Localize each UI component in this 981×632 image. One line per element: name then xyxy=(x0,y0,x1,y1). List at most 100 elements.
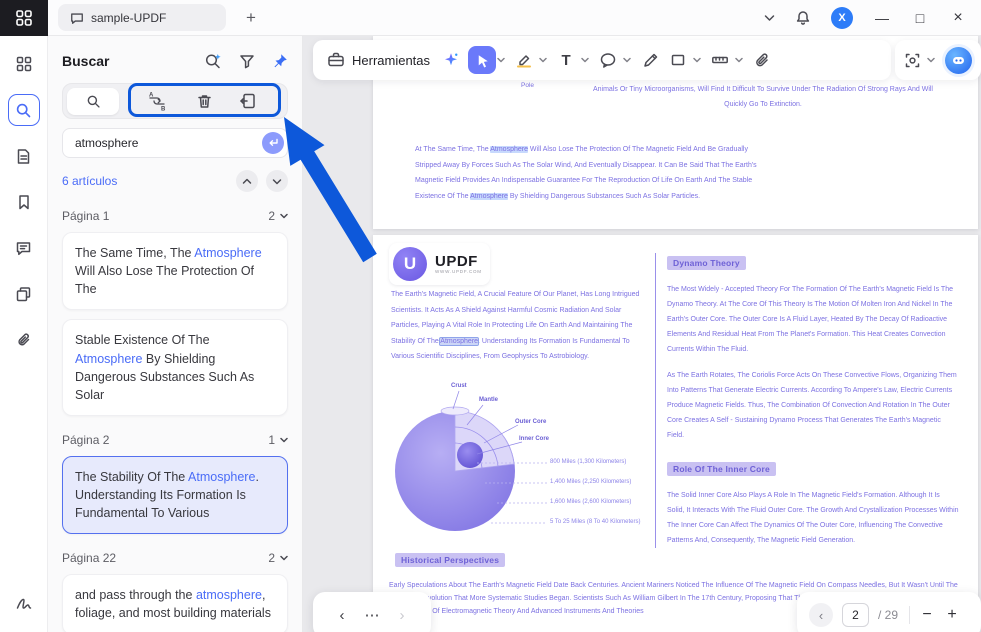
search-result-item[interactable]: and pass through the atmosphere, foliage… xyxy=(62,574,288,632)
page-navigation-bar: ‹ ⋯ › xyxy=(313,592,431,632)
left-sidebar-rail xyxy=(0,36,48,632)
new-tab-button[interactable]: + xyxy=(240,8,262,28)
tab-list-chevron-icon[interactable] xyxy=(764,14,775,22)
nav-more-button[interactable]: ⋯ xyxy=(365,606,380,624)
attachments-icon[interactable] xyxy=(8,324,40,356)
previous-page-button[interactable]: ‹ xyxy=(809,603,833,627)
group-label: Página 1 xyxy=(62,209,110,223)
search-result-item[interactable]: Stable Existence Of The Atmosphere By Sh… xyxy=(62,319,288,416)
previous-result-button[interactable] xyxy=(236,170,258,192)
extract-page-icon[interactable] xyxy=(239,92,257,110)
pin-panel-icon[interactable] xyxy=(272,53,288,69)
document-area: Pole Animals Or Tiny Microorganisms, Wil… xyxy=(303,36,981,632)
svg-text:A: A xyxy=(149,93,154,99)
ai-search-icon[interactable] xyxy=(204,52,222,70)
thumbnails-icon[interactable] xyxy=(8,140,40,172)
notifications-bell-icon[interactable] xyxy=(795,10,811,26)
dynamo-paragraph-1: The Most Widely - Accepted Theory For Th… xyxy=(667,286,953,353)
comment-tab-icon xyxy=(70,11,84,25)
page2-intro-paragraph: The Earth's Magnetic Field, A Crucial Fe… xyxy=(391,287,643,365)
text-tool-glyph: T xyxy=(561,51,571,69)
text-tool-button[interactable]: T xyxy=(552,46,580,74)
dynamo-paragraph-2: As The Earth Rotates, The Coriolis Force… xyxy=(667,372,957,439)
page2-right-column: Dynamo Theory The Most Widely - Accepted… xyxy=(655,253,959,548)
search-match-highlight: Atmosphere xyxy=(490,146,528,153)
search-submit-button[interactable] xyxy=(262,132,284,154)
signature-icon[interactable] xyxy=(8,588,40,620)
pdf-text: The Earth's Magnetic Field, A Crucial Fe… xyxy=(391,291,640,345)
text-tool-chevron-icon[interactable] xyxy=(581,57,589,63)
maximize-button[interactable]: □ xyxy=(911,10,929,26)
nav-back-button[interactable]: ‹ xyxy=(340,607,345,624)
delete-results-trash-icon[interactable] xyxy=(196,93,213,110)
attach-tool-button[interactable] xyxy=(748,46,776,74)
result-text: Stable Existence Of The xyxy=(75,333,210,348)
toolbox-icon xyxy=(327,51,345,69)
titlebar: sample-UPDF + X — □ × xyxy=(0,0,981,36)
screenshot-tool-chevron-icon[interactable] xyxy=(927,57,935,63)
current-search-match-highlight: Atmosphere xyxy=(439,336,480,346)
updf-logo-mark: U xyxy=(393,247,427,281)
page1-intro-text: Animals Or Tiny Microorganisms, Will Fin… xyxy=(592,86,933,108)
zoom-out-button[interactable]: − xyxy=(919,606,935,624)
search-result-item[interactable]: The Same Time, The Atmosphere Will Also … xyxy=(62,232,288,311)
updf-ai-assistant-button[interactable] xyxy=(945,46,972,74)
updf-logo-url: WWW.UPDF.COM xyxy=(435,269,482,274)
user-avatar[interactable]: X xyxy=(831,6,853,29)
search-result-item-selected[interactable]: The Stability Of The Atmosphere. Underst… xyxy=(62,455,288,535)
result-match: Atmosphere xyxy=(188,469,256,484)
select-tool-button[interactable] xyxy=(468,46,497,74)
highlight-tool-chevron-icon[interactable] xyxy=(539,57,547,63)
zoom-in-button[interactable]: + xyxy=(944,606,960,624)
comment-tool-chevron-icon[interactable] xyxy=(623,57,631,63)
measurement-outer-core: 800 Miles (1,300 Kilometers) xyxy=(550,459,627,465)
pdf-text: Will Also Lose The Protection Of The Mag… xyxy=(415,146,757,200)
tools-menu-button[interactable]: Herramientas xyxy=(323,51,434,69)
group-label: Página 22 xyxy=(62,551,117,566)
replace-all-icon[interactable]: A B xyxy=(145,89,169,113)
filter-icon[interactable] xyxy=(239,53,255,69)
group-collapse-chevron-icon[interactable] xyxy=(280,213,288,219)
pen-tool-button[interactable] xyxy=(636,46,664,74)
current-page-input[interactable]: 2 xyxy=(842,603,869,627)
diagram-pole-label: Pole xyxy=(521,82,535,89)
page-organize-icon[interactable] xyxy=(8,278,40,310)
document-tab[interactable]: sample-UPDF xyxy=(58,4,226,31)
group-count: 2 xyxy=(268,551,275,566)
divider xyxy=(909,606,911,624)
measure-tool-button[interactable] xyxy=(706,46,734,74)
ai-sparkle-icon[interactable] xyxy=(442,51,460,69)
inner-core-heading: Role Of The Inner Core xyxy=(667,462,776,476)
pdf-text: At The Same Time, The xyxy=(415,146,491,153)
search-mode-button[interactable] xyxy=(67,87,119,115)
group-collapse-chevron-icon[interactable] xyxy=(280,555,288,561)
close-button[interactable]: × xyxy=(949,9,967,27)
result-group-page1[interactable]: Página 1 2 xyxy=(62,209,288,223)
shape-tool-button[interactable] xyxy=(664,46,692,74)
search-panel: Buscar A B atmosphere 6 artículos Página… xyxy=(48,36,303,632)
comments-icon[interactable] xyxy=(8,232,40,264)
home-button[interactable] xyxy=(0,0,48,36)
next-result-button[interactable] xyxy=(266,170,288,192)
panels-grid-icon[interactable] xyxy=(8,48,40,80)
result-group-page22[interactable]: Página 22 2 xyxy=(62,551,288,565)
main-toolbar: Herramientas T xyxy=(313,40,891,80)
inner-core-paragraph: The Solid Inner Core Also Plays A Role I… xyxy=(667,492,959,544)
screenshot-tool-icon[interactable] xyxy=(904,52,921,69)
measurement-mantle: 1,600 Miles (2,600 Kilometers) xyxy=(550,499,632,505)
measure-tool-chevron-icon[interactable] xyxy=(735,57,743,63)
group-collapse-chevron-icon[interactable] xyxy=(280,437,288,443)
minimize-button[interactable]: — xyxy=(873,10,891,26)
shape-tool-chevron-icon[interactable] xyxy=(693,57,701,63)
search-input[interactable] xyxy=(62,128,288,158)
pdf-text: By Shielding Dangerous Substances Such A… xyxy=(507,192,701,200)
nav-forward-button[interactable]: › xyxy=(400,607,405,624)
comment-tool-button[interactable] xyxy=(594,46,622,74)
select-tool-chevron-icon[interactable] xyxy=(497,57,505,63)
pdf-page-2[interactable]: U UPDF WWW.UPDF.COM The Earth's Magnetic… xyxy=(373,235,978,632)
search-panel-icon[interactable] xyxy=(7,94,40,126)
highlight-tool-button[interactable] xyxy=(510,46,538,74)
earth-layers-diagram: Crust Mantle Outer Core Inner Core 800 M… xyxy=(387,375,645,545)
bookmarks-icon[interactable] xyxy=(8,186,40,218)
result-group-page2[interactable]: Página 2 1 xyxy=(62,433,288,447)
